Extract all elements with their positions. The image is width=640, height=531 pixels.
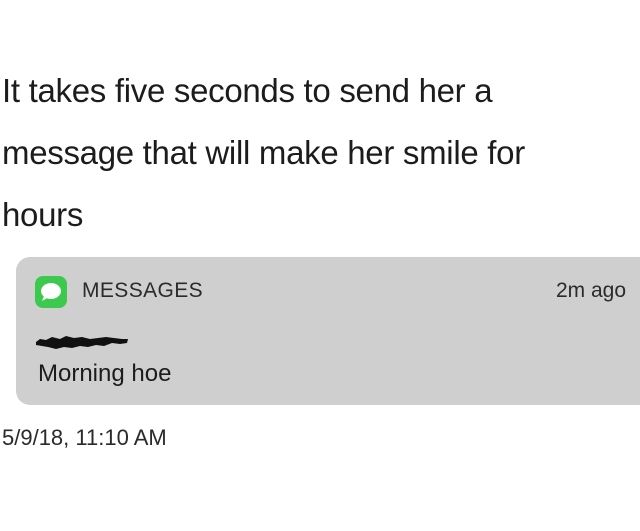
app-name-label: MESSAGES [82,279,204,302]
time-ago-label: 2m ago [555,279,626,302]
caption-line-2: message that will make her smile for [2,134,525,171]
sender-redaction-mark [36,336,128,349]
post-timestamp: 5/9/18, 11:10 AM [2,425,167,450]
notification-header: MESSAGES 2m ago [16,275,640,309]
caption-text: It takes five seconds to send her a mess… [2,60,632,246]
caption-line-1: It takes five seconds to send her a [2,72,493,109]
messages-bubble-icon [35,276,67,308]
message-text: Morning hoe [38,360,172,387]
message-notification[interactable]: MESSAGES 2m ago Morning hoe [16,257,640,405]
caption-line-3: hours [2,196,84,233]
